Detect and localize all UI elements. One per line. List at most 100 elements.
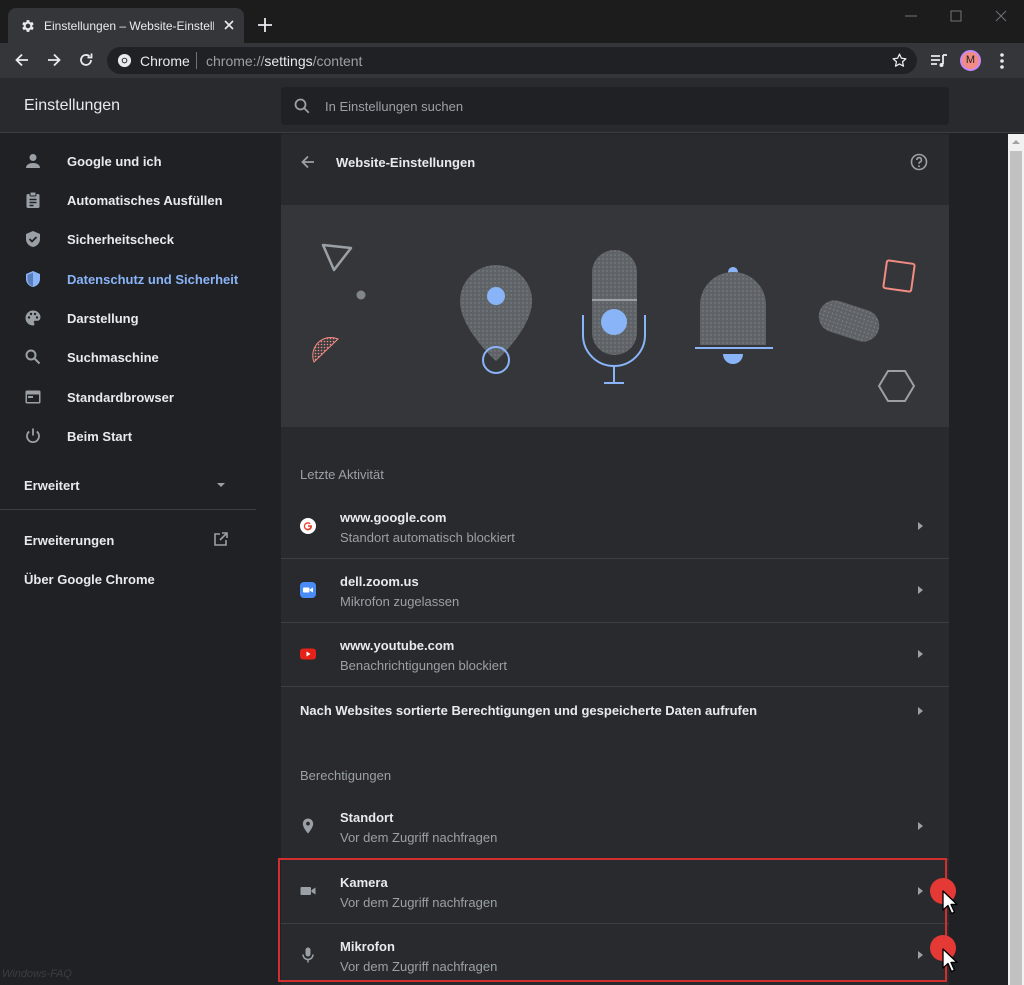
address-bar[interactable]: Chrome chrome://settings/content — [107, 47, 917, 74]
back-arrow-icon[interactable] — [299, 153, 317, 171]
sidebar-item-label: Standardbrowser — [67, 390, 174, 405]
permission-row-camera[interactable]: Kamera Vor dem Zugriff nachfragen — [281, 859, 949, 923]
card-header: Website-Einstellungen — [281, 134, 949, 190]
maximize-icon[interactable] — [947, 7, 965, 25]
recent-activity-heading: Letzte Aktivität — [300, 467, 384, 482]
all-sites-row[interactable]: Nach Websites sortierte Berechtigungen u… — [281, 686, 949, 734]
settings-sidebar: Google und ich Automatisches Ausfüllen S… — [0, 134, 256, 985]
help-icon[interactable] — [910, 153, 928, 171]
site-name: dell.zoom.us — [340, 574, 419, 589]
title-bar: Einstellungen – Website-Einstellu — [0, 0, 1024, 43]
search-input[interactable] — [325, 87, 935, 125]
chevron-right-icon — [918, 951, 923, 959]
sidebar-divider — [0, 509, 256, 510]
clipboard-icon — [26, 191, 40, 208]
search-icon — [25, 349, 41, 365]
mouse-cursor-icon — [942, 948, 958, 973]
sidebar-item-safety-check[interactable]: Sicherheitscheck — [0, 220, 256, 259]
watermark: Windows-FAQ — [2, 968, 72, 980]
scroll-up-arrow-icon[interactable] — [1012, 138, 1020, 146]
all-sites-label: Nach Websites sortierte Berechtigungen u… — [300, 703, 758, 718]
extensions-label: Erweiterungen — [24, 533, 115, 548]
site-status: Benachrichtigungen blockiert — [340, 658, 507, 673]
kebab-menu-icon[interactable] — [992, 51, 1012, 71]
url-text[interactable]: chrome://settings/content — [206, 53, 362, 69]
forward-arrow-icon[interactable] — [45, 51, 63, 69]
settings-header: Einstellungen — [0, 78, 1024, 133]
permission-status: Vor dem Zugriff nachfragen — [340, 895, 498, 910]
youtube-favicon-icon — [300, 648, 316, 660]
site-settings-card: Website-Einstellungen Letzte Aktivität w… — [281, 134, 949, 985]
window-close-icon[interactable] — [992, 7, 1010, 25]
sidebar-item-search-engine[interactable]: Suchmaschine — [0, 338, 256, 377]
sidebar-item-label: Automatisches Ausfüllen — [67, 193, 223, 208]
external-link-icon — [214, 532, 228, 546]
sidebar-item-on-startup[interactable]: Beim Start — [0, 417, 256, 456]
chrome-logo-icon — [117, 53, 132, 68]
url-highlight: settings — [264, 53, 313, 69]
permission-status: Vor dem Zugriff nachfragen — [340, 830, 498, 845]
browser-toolbar: Chrome chrome://settings/content M — [0, 43, 1024, 78]
permission-row-microphone[interactable]: Mikrofon Vor dem Zugriff nachfragen — [281, 923, 949, 985]
chevron-right-icon — [918, 887, 923, 895]
url-suffix: /content — [312, 53, 363, 69]
sidebar-item-about[interactable]: Über Google Chrome — [24, 572, 155, 587]
sidebar-item-label: Darstellung — [67, 311, 139, 326]
sidebar-item-label: Google und ich — [67, 154, 162, 169]
sidebar-item-privacy[interactable]: Datenschutz und Sicherheit — [0, 260, 256, 299]
back-arrow-icon[interactable] — [13, 51, 31, 69]
sidebar-item-default-browser[interactable]: Standardbrowser — [0, 378, 256, 417]
site-status: Standort automatisch blockiert — [340, 530, 515, 545]
scroll-thumb[interactable] — [1010, 151, 1022, 985]
site-chip-label: Chrome — [140, 53, 190, 69]
recent-site-row[interactable]: dell.zoom.us Mikrofon zugelassen — [281, 558, 949, 622]
mouse-cursor-icon — [942, 890, 958, 915]
site-name: www.google.com — [340, 510, 447, 525]
site-name: www.youtube.com — [340, 638, 455, 653]
sidebar-item-google[interactable]: Google und ich — [0, 142, 256, 181]
permissions-heading: Berechtigungen — [300, 768, 392, 783]
reload-icon[interactable] — [77, 51, 95, 69]
permissions-illustration — [281, 205, 949, 427]
sidebar-item-label: Beim Start — [67, 429, 133, 444]
advanced-label: Erweitert — [24, 478, 80, 493]
sidebar-item-autofill[interactable]: Automatisches Ausfüllen — [0, 181, 256, 220]
dropdown-arrow-icon — [217, 483, 225, 487]
chevron-right-icon — [918, 650, 923, 658]
zoom-favicon-icon — [300, 582, 316, 598]
permission-name: Standort — [340, 810, 394, 825]
url-prefix: chrome:// — [206, 53, 265, 69]
settings-title: Einstellungen — [24, 97, 121, 114]
bookmark-star-icon[interactable] — [891, 52, 908, 69]
chevron-right-icon — [918, 586, 923, 594]
sidebar-item-label: Datenschutz und Sicherheit — [67, 272, 239, 287]
settings-search[interactable] — [281, 87, 949, 125]
page-scrollbar[interactable] — [1008, 134, 1024, 985]
permission-row-location[interactable]: Standort Vor dem Zugriff nachfragen — [281, 795, 949, 859]
close-tab-icon[interactable] — [222, 18, 236, 32]
shield-check-icon — [26, 231, 40, 247]
person-icon — [26, 154, 40, 168]
sidebar-item-label: Suchmaschine — [67, 350, 159, 365]
media-control-icon[interactable] — [929, 51, 949, 71]
browser-icon — [25, 390, 41, 404]
permission-name: Mikrofon — [340, 939, 395, 954]
shield-icon — [26, 271, 40, 287]
new-tab-icon[interactable] — [256, 16, 274, 34]
browser-tab[interactable]: Einstellungen – Website-Einstellu — [8, 8, 244, 43]
chevron-right-icon — [918, 522, 923, 530]
chevron-right-icon — [918, 822, 923, 830]
permission-status: Vor dem Zugriff nachfragen — [340, 959, 498, 974]
minimize-icon[interactable] — [902, 7, 920, 25]
page-title: Website-Einstellungen — [336, 155, 476, 170]
google-favicon-icon — [300, 518, 316, 534]
location-pin-icon — [302, 818, 314, 834]
sidebar-item-label: Sicherheitscheck — [67, 232, 174, 247]
gear-icon — [22, 20, 34, 32]
recent-site-row[interactable]: www.youtube.com Benachrichtigungen block… — [281, 622, 949, 686]
sidebar-item-appearance[interactable]: Darstellung — [0, 299, 256, 338]
profile-avatar[interactable]: M — [960, 50, 981, 71]
search-icon — [294, 98, 310, 114]
tab-title: Einstellungen – Website-Einstellu — [44, 19, 214, 33]
recent-site-row[interactable]: www.google.com Standort automatisch bloc… — [281, 495, 949, 559]
